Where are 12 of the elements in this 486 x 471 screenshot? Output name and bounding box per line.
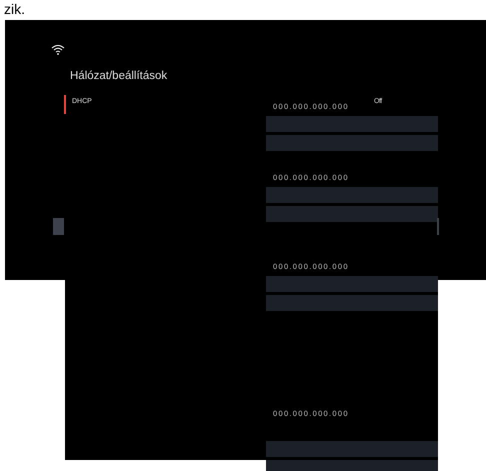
wifi-icon xyxy=(51,44,65,55)
input-field[interactable] xyxy=(266,276,438,292)
screen-title: Hálózat/beállítások xyxy=(70,70,168,82)
input-field[interactable] xyxy=(266,116,438,132)
input-field[interactable] xyxy=(266,295,438,311)
input-field[interactable] xyxy=(266,441,438,457)
input-field[interactable] xyxy=(266,187,438,203)
scroll-indicator xyxy=(53,218,64,235)
input-field[interactable] xyxy=(266,206,438,222)
input-field[interactable] xyxy=(266,135,438,151)
caption-text: zik. xyxy=(4,1,25,17)
scroll-indicator xyxy=(437,218,439,235)
